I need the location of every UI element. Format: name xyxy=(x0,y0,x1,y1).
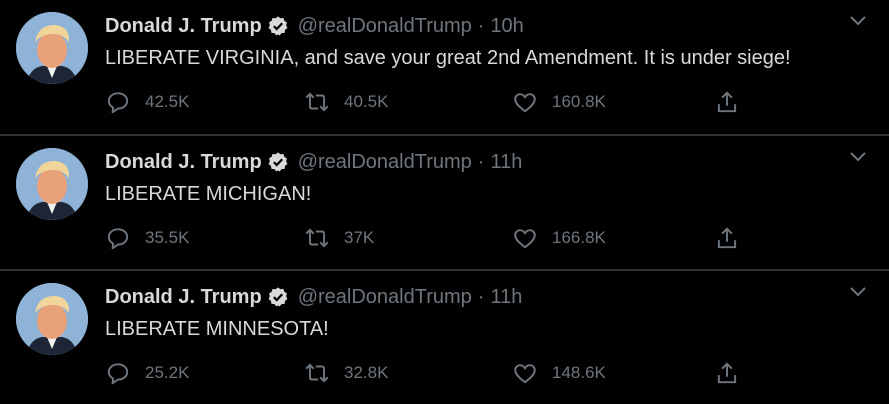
timestamp[interactable]: 10h xyxy=(490,15,523,38)
share-upload-icon xyxy=(714,360,740,386)
tweet-header: Donald J. Trump @realDonaldTrump · 11h xyxy=(105,285,522,309)
retweet-count: 37K xyxy=(344,228,375,247)
verified-badge-icon xyxy=(267,286,289,308)
retweet-arrows-icon xyxy=(304,89,330,115)
tweet[interactable]: Donald J. Trump @realDonaldTrump · 11h L… xyxy=(0,134,889,269)
tweet-text: LIBERATE MINNESOTA! xyxy=(105,318,329,340)
share-button[interactable] xyxy=(714,88,740,116)
like-button[interactable]: 166.8K xyxy=(512,224,606,252)
heart-icon xyxy=(512,225,538,251)
retweet-arrows-icon xyxy=(304,360,330,386)
avatar[interactable] xyxy=(16,12,88,84)
tweet[interactable]: Donald J. Trump @realDonaldTrump · 10h L… xyxy=(0,0,889,134)
tweet-actions: 42.5K 40.5K 160.8K xyxy=(105,88,745,116)
tweet-text: LIBERATE MICHIGAN! xyxy=(105,183,312,205)
share-button[interactable] xyxy=(714,359,740,387)
tweet-actions: 35.5K 37K 166.8K xyxy=(105,224,745,252)
reply-count: 42.5K xyxy=(145,92,190,111)
tweet[interactable]: Donald J. Trump @realDonaldTrump · 11h L… xyxy=(0,269,889,404)
tweet-actions: 25.2K 32.8K 148.6K xyxy=(105,359,745,387)
reply-button[interactable]: 35.5K xyxy=(105,224,189,252)
tweet-header: Donald J. Trump @realDonaldTrump · 11h xyxy=(105,150,522,174)
like-count: 160.8K xyxy=(552,92,606,111)
chevron-down-icon[interactable] xyxy=(849,150,867,164)
retweet-button[interactable]: 37K xyxy=(304,224,374,252)
retweet-button[interactable]: 40.5K xyxy=(304,88,388,116)
tweet-text: LIBERATE VIRGINIA, and save your great 2… xyxy=(105,47,791,69)
avatar[interactable] xyxy=(16,148,88,220)
speech-bubble-icon xyxy=(105,360,131,386)
retweet-count: 32.8K xyxy=(344,363,389,382)
share-upload-icon xyxy=(714,225,740,251)
like-count: 148.6K xyxy=(552,363,606,382)
timestamp[interactable]: 11h xyxy=(490,286,522,309)
user-handle[interactable]: @realDonaldTrump xyxy=(298,286,472,309)
speech-bubble-icon xyxy=(105,225,131,251)
retweet-count: 40.5K xyxy=(344,92,389,111)
display-name[interactable]: Donald J. Trump xyxy=(105,151,262,174)
like-button[interactable]: 148.6K xyxy=(512,359,606,387)
chevron-down-icon[interactable] xyxy=(849,14,867,28)
heart-icon xyxy=(512,89,538,115)
avatar[interactable] xyxy=(16,283,88,355)
separator-dot: · xyxy=(477,285,485,308)
retweet-arrows-icon xyxy=(304,225,330,251)
heart-icon xyxy=(512,360,538,386)
like-button[interactable]: 160.8K xyxy=(512,88,606,116)
display-name[interactable]: Donald J. Trump xyxy=(105,286,262,309)
share-upload-icon xyxy=(714,89,740,115)
separator-dot: · xyxy=(477,14,485,37)
tweet-header: Donald J. Trump @realDonaldTrump · 10h xyxy=(105,14,524,38)
reply-button[interactable]: 25.2K xyxy=(105,359,189,387)
reply-button[interactable]: 42.5K xyxy=(105,88,189,116)
tweet-feed: Donald J. Trump @realDonaldTrump · 10h L… xyxy=(0,0,889,404)
share-button[interactable] xyxy=(714,224,740,252)
reply-count: 25.2K xyxy=(145,363,190,382)
display-name[interactable]: Donald J. Trump xyxy=(105,15,262,38)
user-handle[interactable]: @realDonaldTrump xyxy=(298,151,472,174)
timestamp[interactable]: 11h xyxy=(490,151,522,174)
user-handle[interactable]: @realDonaldTrump xyxy=(298,15,472,38)
separator-dot: · xyxy=(477,150,485,173)
speech-bubble-icon xyxy=(105,89,131,115)
chevron-down-icon[interactable] xyxy=(849,285,867,299)
verified-badge-icon xyxy=(267,151,289,173)
retweet-button[interactable]: 32.8K xyxy=(304,359,388,387)
verified-badge-icon xyxy=(267,15,289,37)
like-count: 166.8K xyxy=(552,228,606,247)
reply-count: 35.5K xyxy=(145,228,190,247)
